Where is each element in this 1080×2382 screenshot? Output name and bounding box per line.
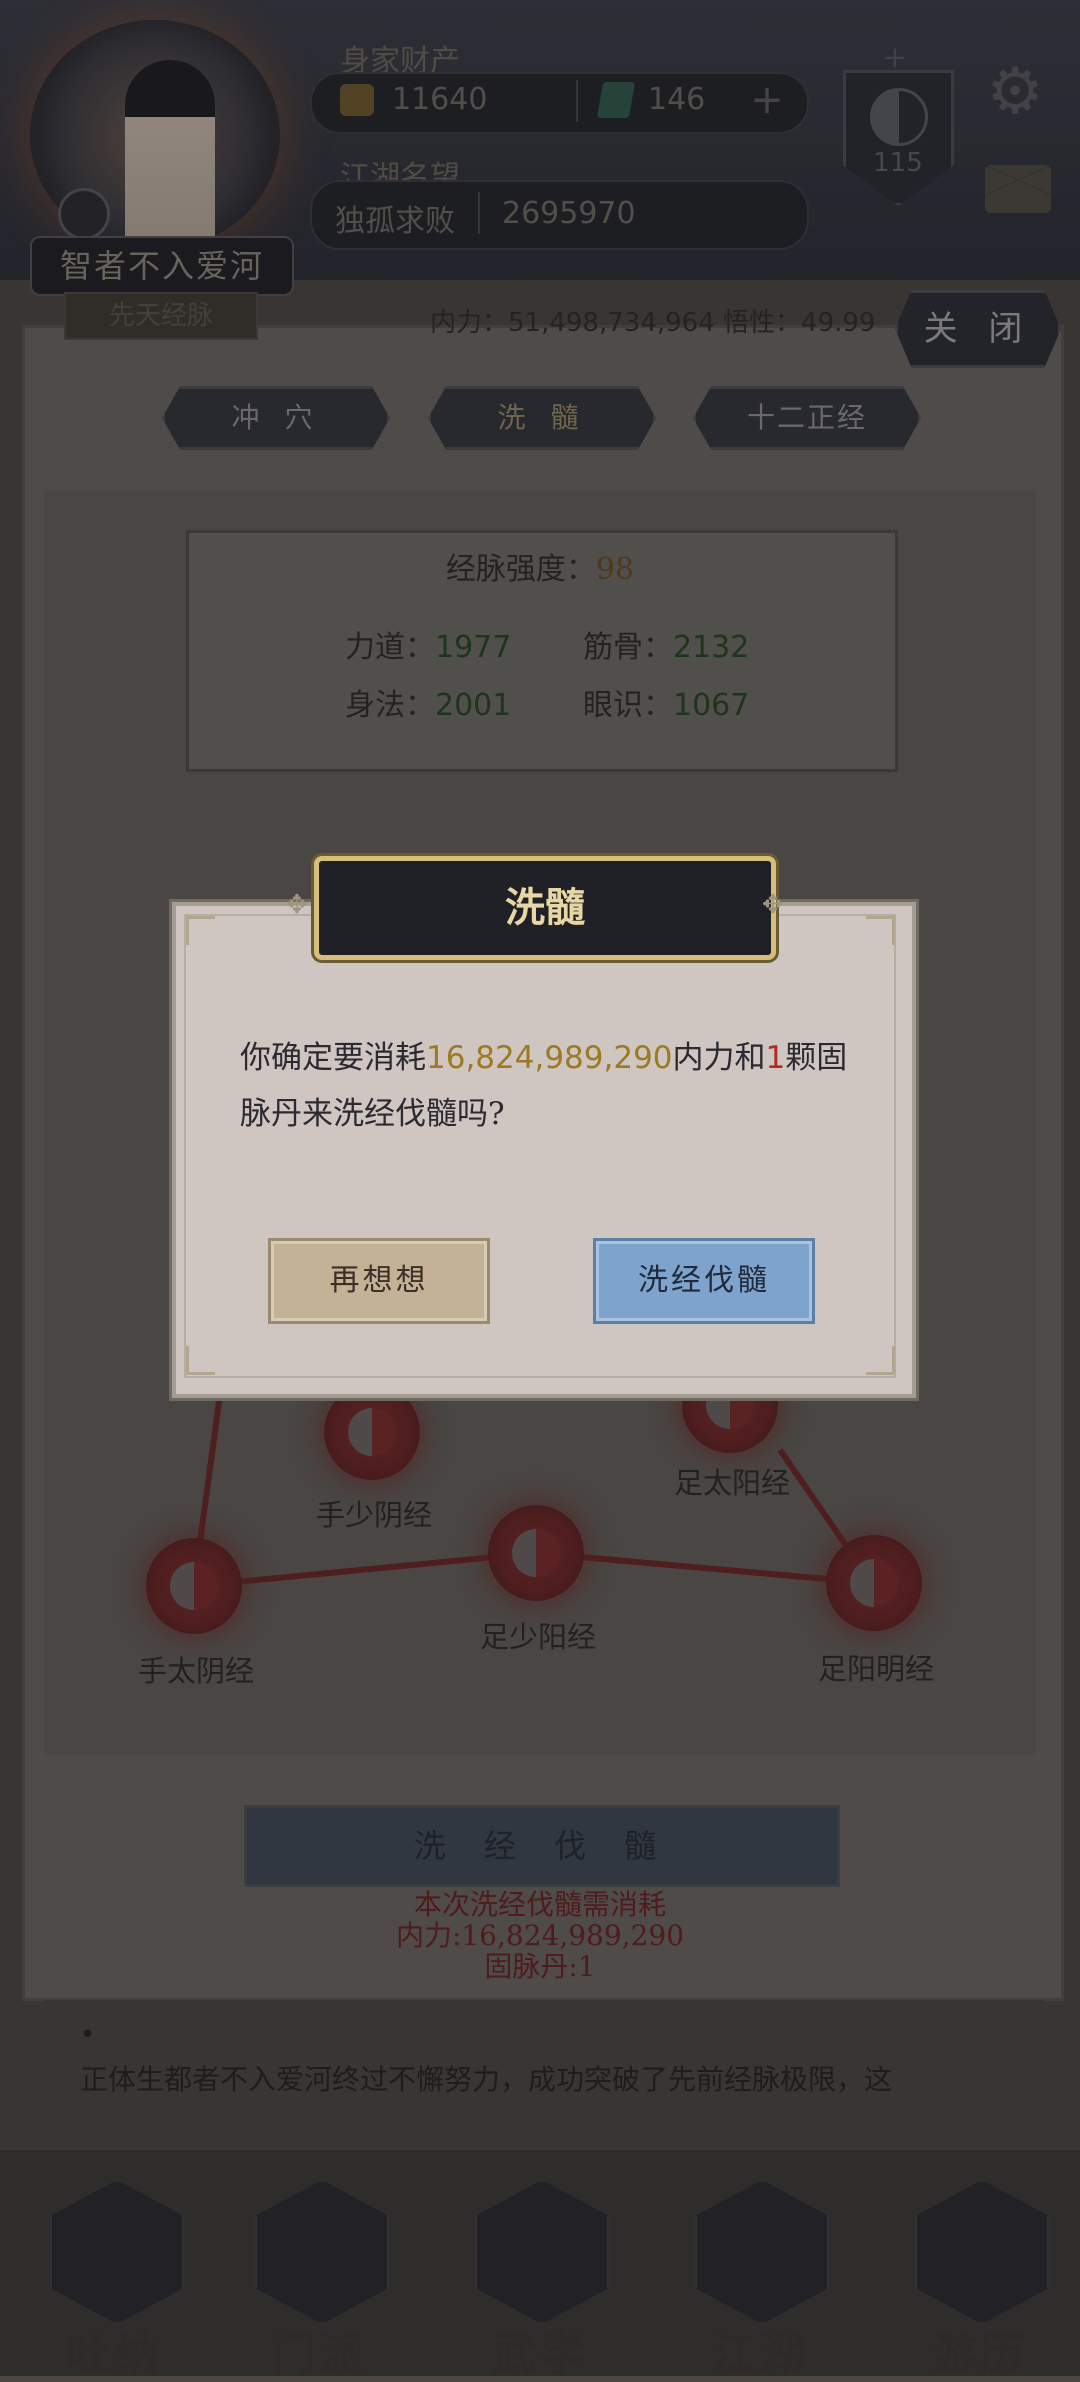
dialog-message: 你确定要消耗16,824,989,290内力和1颗固脉丹来洗经伐髓吗?: [240, 1030, 850, 1142]
msg-pill-count: 1: [765, 1040, 786, 1076]
corner-ornament: [186, 916, 215, 945]
title-ornament-icon: ✥: [762, 890, 784, 920]
corner-ornament: [866, 916, 895, 945]
dialog-title: 洗髓: [505, 884, 585, 931]
confirm-button[interactable]: 洗经伐髓: [593, 1238, 815, 1324]
corner-ornament: [186, 1346, 215, 1375]
title-ornament-icon: ✥: [286, 890, 308, 920]
cancel-button[interactable]: 再想想: [268, 1238, 490, 1324]
corner-ornament: [866, 1346, 895, 1375]
msg-middle: 内力和: [672, 1040, 766, 1076]
msg-prefix: 你确定要消耗: [240, 1040, 426, 1076]
msg-neili-amount: 16,824,989,290: [426, 1040, 673, 1076]
